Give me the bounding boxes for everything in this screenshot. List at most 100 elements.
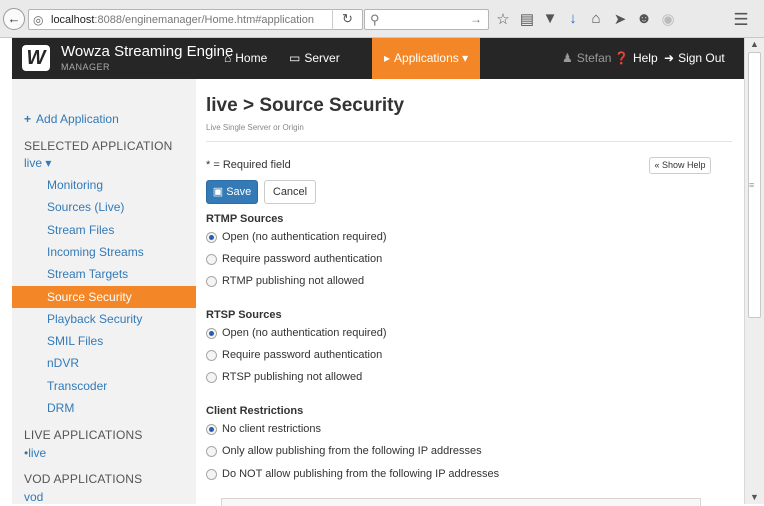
sidebar-item-sources-live[interactable]: Sources (Live) [12,196,196,218]
menu-icon[interactable]: ☰ [732,10,750,30]
scroll-up-icon[interactable]: ▲ [750,39,759,49]
rtsp-notallowed-label: RTSP publishing not allowed [222,371,363,383]
nav-user[interactable]: ♟ Stefan [562,38,611,79]
deny-ip-label: Do NOT allow publishing from the followi… [222,468,500,480]
sidebar-item-incoming-streams[interactable]: Incoming Streams [12,241,196,263]
wowza-logo[interactable]: W [22,45,50,71]
floppy-icon: ▣ [212,186,224,198]
nav-home[interactable]: ⌂ Home [224,38,267,79]
folder-icon: ▸ [384,51,391,65]
brand-title: Wowza Streaming Engine [61,43,234,60]
nav-applications-label: Applications [394,51,459,65]
nav-help[interactable]: ❓ Help [614,38,658,79]
search-icon: ⚲ [370,12,380,27]
question-icon: ❓ [614,51,629,65]
selected-application-heading: SELECTED APPLICATION [24,139,173,153]
nav-user-label: Stefan [576,51,612,65]
app-navbar: W Wowza Streaming Engine MANAGER ⌂ Home ▭… [12,38,744,79]
show-help-button[interactable]: « Show Help [649,157,711,174]
radio-icon [206,372,217,383]
sidebar-item-drm[interactable]: DRM [12,397,196,419]
sidebar-item-playback-security[interactable]: Playback Security [12,308,196,330]
radio-selected-icon [206,328,217,339]
add-application-label: Add Application [36,112,119,126]
sidebar-item-monitoring[interactable]: Monitoring [12,174,196,196]
brand-subtitle: MANAGER [61,62,111,72]
nav-signout-label: Sign Out [678,51,725,65]
send-icon[interactable]: ➤ [611,10,629,28]
star-icon[interactable]: ☆ [494,10,512,28]
required-field-note: * = Required field [206,159,291,171]
rtmp-sources-heading: RTMP Sources [206,213,284,225]
no-restrictions-label: No client restrictions [222,423,322,435]
vod-applications-heading: VOD APPLICATIONS [24,472,143,486]
nav-signout[interactable]: ➜ Sign Out [664,38,725,79]
globe-icon: ◎ [33,13,44,27]
reload-icon[interactable]: ↻ [332,9,362,30]
page-title: live > Source Security [206,95,405,116]
rtmp-notallowed-label: RTMP publishing not allowed [222,275,365,287]
url-text[interactable]: localhost:8088/enginemanager/Home.htm#ap… [51,14,331,26]
live-app-link[interactable]: •live [24,446,46,460]
radio-icon [206,276,217,287]
page-subtitle: Live Single Server or Origin [206,123,304,132]
rtsp-sources-heading: RTSP Sources [206,309,282,321]
divider [206,141,732,142]
sidebar: + Add Application SELECTED APPLICATION li… [12,79,196,504]
sidebar-item-smil-files[interactable]: SMIL Files [12,330,196,352]
nav-applications[interactable]: ▸ Applications ▾ [372,38,481,79]
plus-icon: + [24,112,32,126]
radio-selected-icon [206,424,217,435]
browser-toolbar: ← ◎ localhost:8088/enginemanager/Home.ht… [0,0,764,38]
sidebar-item-stream-files[interactable]: Stream Files [12,219,196,241]
save-button[interactable]: ▣ Save [206,180,258,204]
home-icon[interactable]: ⌂ [587,10,605,27]
user-icon: ♟ [562,51,573,65]
client-restrictions-heading: Client Restrictions [206,405,304,417]
radio-icon [206,350,217,361]
search-input[interactable]: ⚲ → [364,9,489,30]
nav-server[interactable]: ▭ Server [289,38,340,79]
allow-ip-label: Only allow publishing from the following… [222,445,482,457]
sidebar-item-ndvr[interactable]: nDVR [12,352,196,374]
grip-icon: ≡ [749,180,755,190]
ip-address-panel [221,498,701,506]
live-applications-heading: LIVE APPLICATIONS [24,428,143,442]
nav-help-label: Help [632,51,658,65]
addon-icon[interactable]: ◉ [659,10,677,28]
download-icon[interactable]: ↓ [564,10,582,27]
radio-icon [206,446,217,457]
rtmp-password-label: Require password authentication [222,253,383,265]
caret-down-icon: ▾ [45,156,52,170]
sidebar-item-source-security[interactable]: Source Security [12,286,196,308]
radio-icon [206,254,217,265]
back-icon[interactable]: ← [3,8,25,30]
main-content: live > Source Security Live Single Serve… [206,79,744,506]
chat-icon[interactable]: ☻ [635,10,653,27]
page-scrollbar[interactable]: ▲ ≡ ▼ [744,38,764,504]
nav-home-label: Home [235,51,268,65]
sidebar-item-stream-targets[interactable]: Stream Targets [12,263,196,285]
sidebar-item-transcoder[interactable]: Transcoder [12,375,196,397]
signout-icon: ➜ [664,51,675,65]
selected-app-label: live [24,156,43,170]
vod-app-link[interactable]: vod [24,490,43,504]
search-go-icon[interactable]: → [470,12,482,26]
add-application-link[interactable]: + Add Application [24,112,119,126]
caret-down-icon: ▾ [462,51,469,65]
save-label: Save [226,186,252,198]
rtsp-open-label: Open (no authentication required) [222,327,387,339]
home-icon: ⌂ [224,51,232,65]
pocket-icon[interactable]: ▼ [541,10,559,27]
scroll-down-icon[interactable]: ▼ [750,492,759,502]
nav-server-label: Server [304,51,340,65]
rtsp-password-label: Require password authentication [222,349,383,361]
reader-icon[interactable]: ▤ [518,10,536,28]
rtmp-open-label: Open (no authentication required) [222,231,387,243]
cancel-button[interactable]: Cancel [264,180,316,204]
selected-app-dropdown[interactable]: live ▾ [24,156,51,170]
live-app-label: live [28,446,47,460]
radio-selected-icon [206,232,217,243]
radio-icon [206,469,217,480]
address-bar[interactable]: ◎ localhost:8088/enginemanager/Home.htm#… [28,9,363,30]
